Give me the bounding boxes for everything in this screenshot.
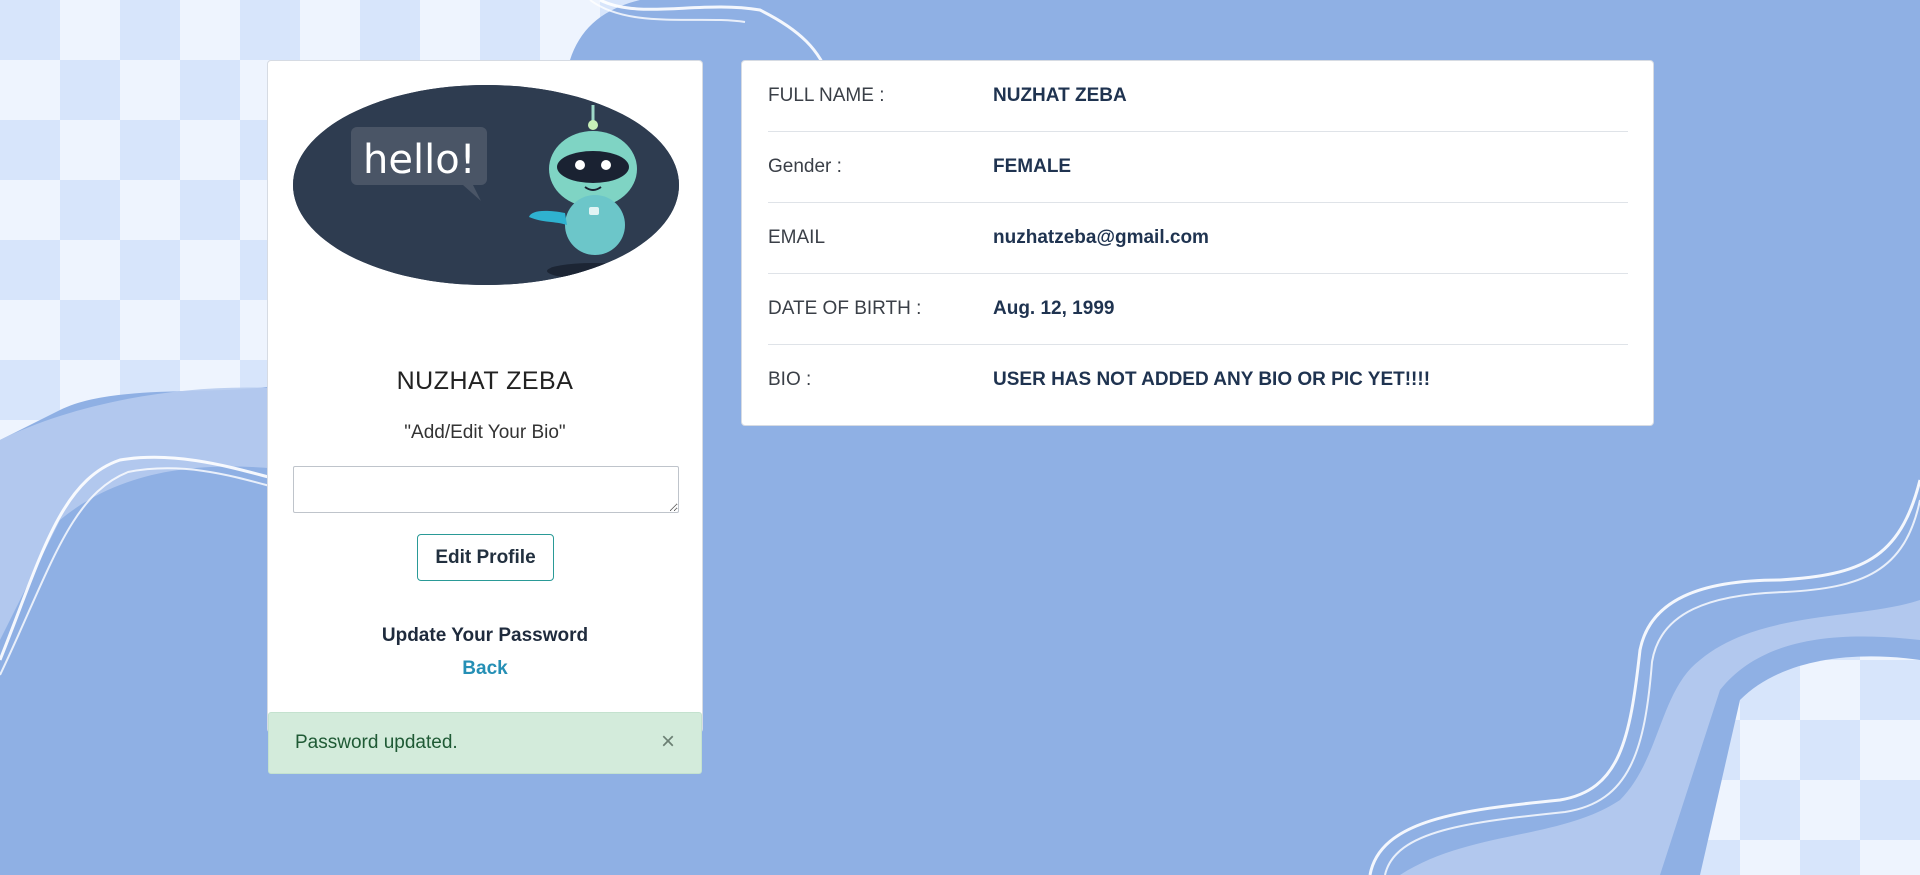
- detail-label: EMAIL: [768, 227, 826, 248]
- close-icon[interactable]: ×: [661, 730, 675, 754]
- svg-text:hello!: hello!: [363, 137, 476, 183]
- detail-row-full-name: FULL NAME : NUZHAT ZEBA: [768, 61, 1628, 132]
- profile-avatar: hello!: [293, 85, 679, 285]
- detail-row-email: EMAIL nuzhatzeba@gmail.com: [768, 203, 1628, 274]
- detail-label: FULL NAME :: [768, 85, 885, 106]
- profile-card: hello! NUZHAT ZEBA "Add/Edit Your Bio" E…: [267, 60, 703, 774]
- edit-profile-button[interactable]: Edit Profile: [417, 534, 554, 581]
- detail-row-bio: BIO : USER HAS NOT ADDED ANY BIO OR PIC …: [768, 345, 1628, 416]
- detail-value: NUZHAT ZEBA: [993, 85, 1127, 106]
- detail-value: FEMALE: [993, 156, 1072, 177]
- detail-label: DATE OF BIRTH :: [768, 298, 922, 319]
- detail-row-date-of-birth: DATE OF BIRTH : Aug. 12, 1999: [768, 274, 1628, 345]
- profile-details-card: FULL NAME : NUZHAT ZEBA Gender : FEMALE …: [741, 60, 1654, 426]
- detail-value: USER HAS NOT ADDED ANY BIO OR PIC YET!!!…: [993, 369, 1431, 390]
- bio-input[interactable]: [293, 466, 679, 513]
- detail-row-gender: Gender : FEMALE: [768, 132, 1628, 203]
- back-link[interactable]: Back: [268, 658, 702, 680]
- detail-value: Aug. 12, 1999: [993, 298, 1115, 319]
- detail-label: BIO :: [768, 369, 812, 390]
- alert-message: Password updated.: [295, 732, 458, 753]
- detail-value: nuzhatzeba@gmail.com: [993, 227, 1209, 248]
- update-password-link[interactable]: Update Your Password: [268, 625, 702, 647]
- bio-prompt: "Add/Edit Your Bio": [404, 422, 566, 443]
- success-alert: Password updated. ×: [268, 712, 702, 774]
- profile-name: NUZHAT ZEBA: [396, 367, 574, 395]
- detail-label: Gender :: [768, 156, 842, 177]
- robot-hello-image: hello!: [293, 85, 679, 285]
